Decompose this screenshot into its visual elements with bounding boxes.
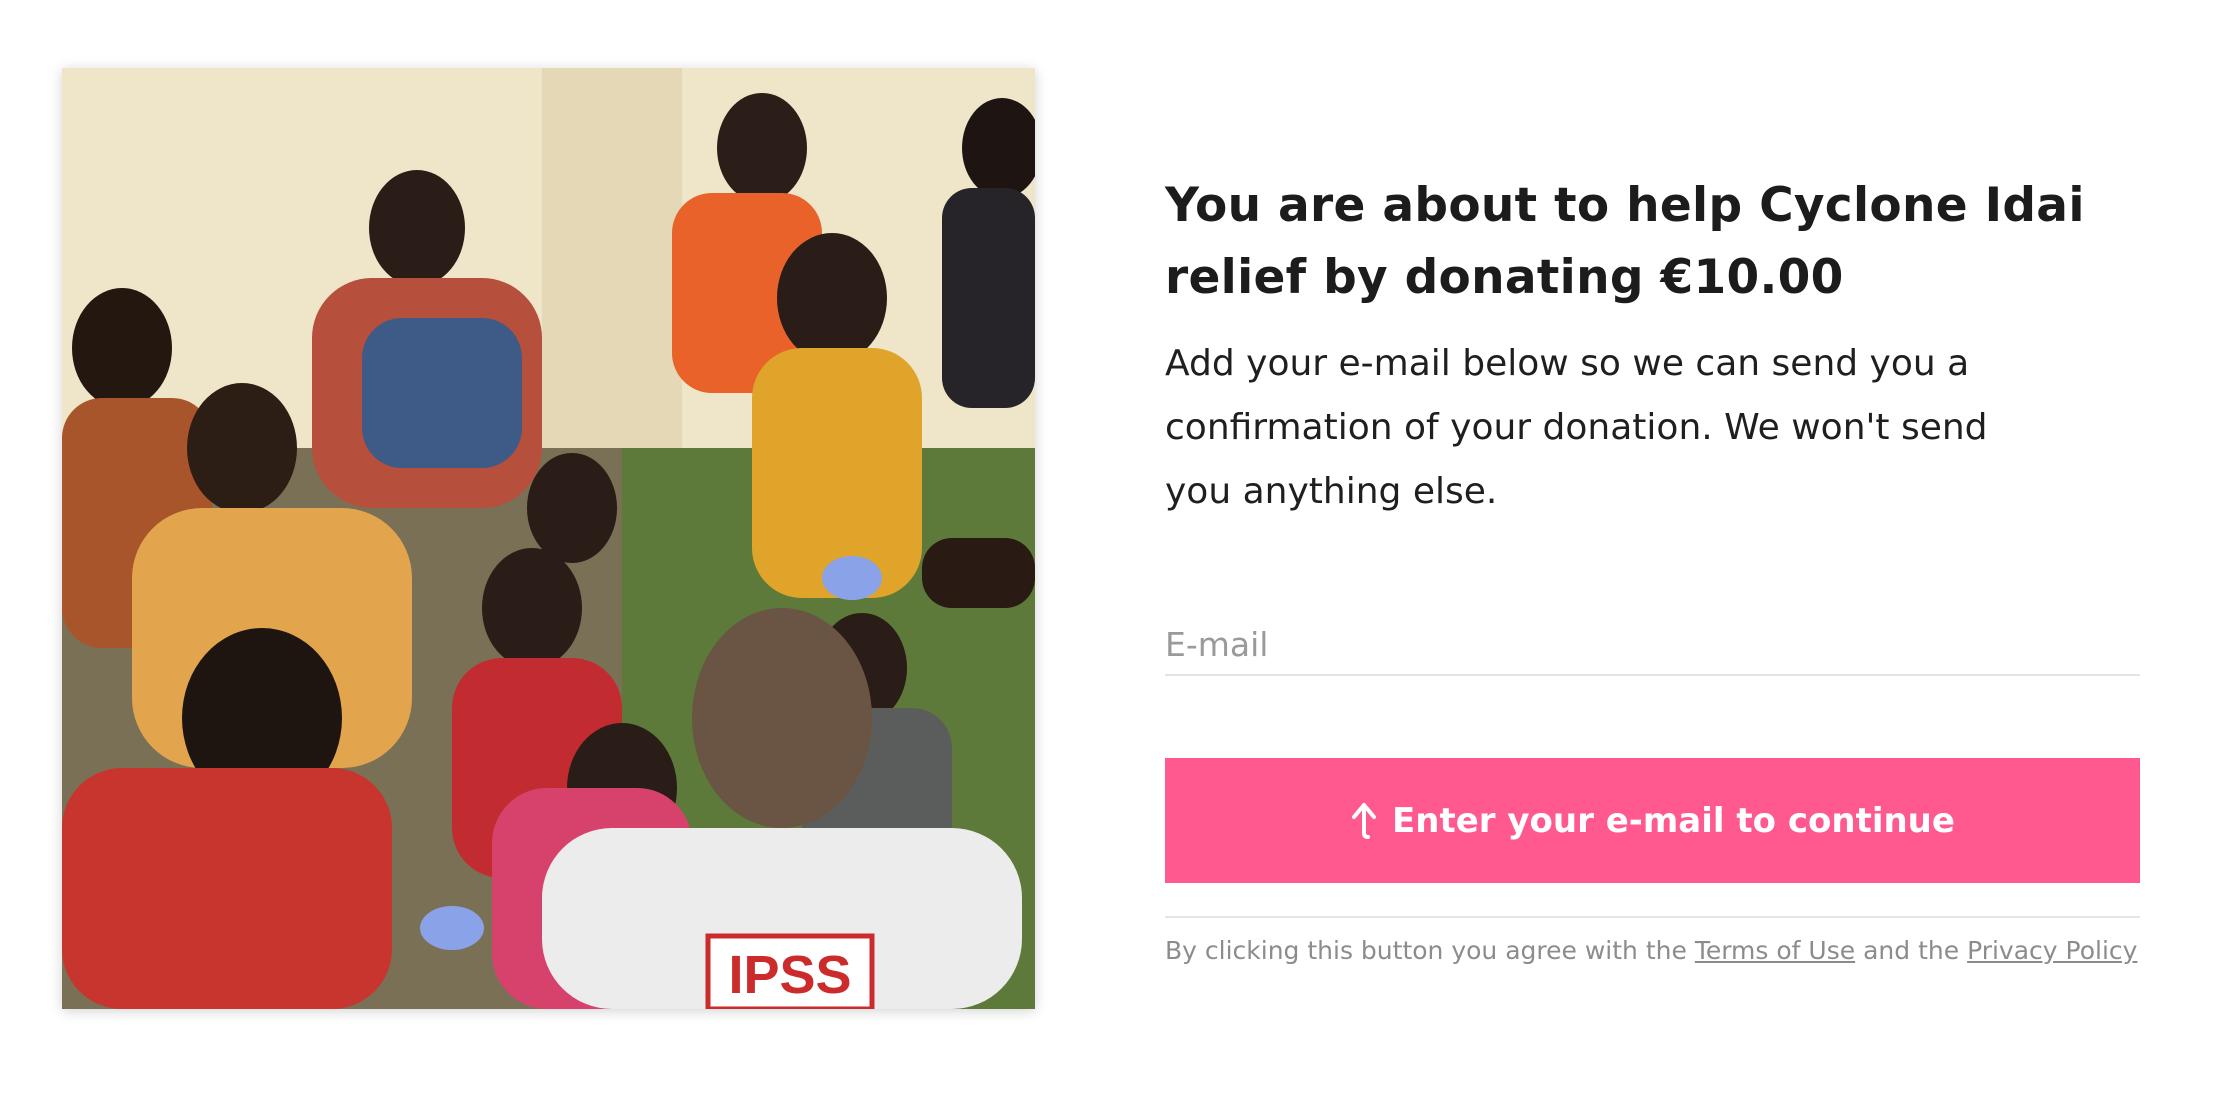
donation-description: Add your e-mail below so we can send you… — [1165, 343, 1988, 512]
email-field[interactable] — [1165, 614, 2140, 676]
donation-heading: You are about to help Cyclone Idai relie… — [1165, 178, 2085, 305]
legal-middle: and the — [1863, 936, 1960, 965]
legal-prefix: By clicking this button you agree with t… — [1165, 936, 1687, 965]
continue-button[interactable]: Enter your e-mail to continue — [1165, 758, 2140, 883]
donation-panel: You are about to help Cyclone Idai relie… — [1165, 170, 2140, 965]
terms-of-use-link[interactable]: Terms of Use — [1695, 936, 1855, 965]
hero-photo-illustration: IPSS — [62, 68, 1035, 1009]
hero-photo: IPSS — [62, 68, 1035, 1009]
ipss-logo: IPSS — [705, 933, 875, 1009]
divider — [1165, 916, 2140, 918]
arrow-up-icon — [1350, 801, 1378, 841]
privacy-policy-link[interactable]: Privacy Policy — [1967, 936, 2137, 965]
legal-notice: By clicking this button you agree with t… — [1165, 936, 2140, 965]
svg-text:IPSS: IPSS — [728, 945, 851, 1005]
continue-button-label: Enter your e-mail to continue — [1392, 800, 1955, 841]
